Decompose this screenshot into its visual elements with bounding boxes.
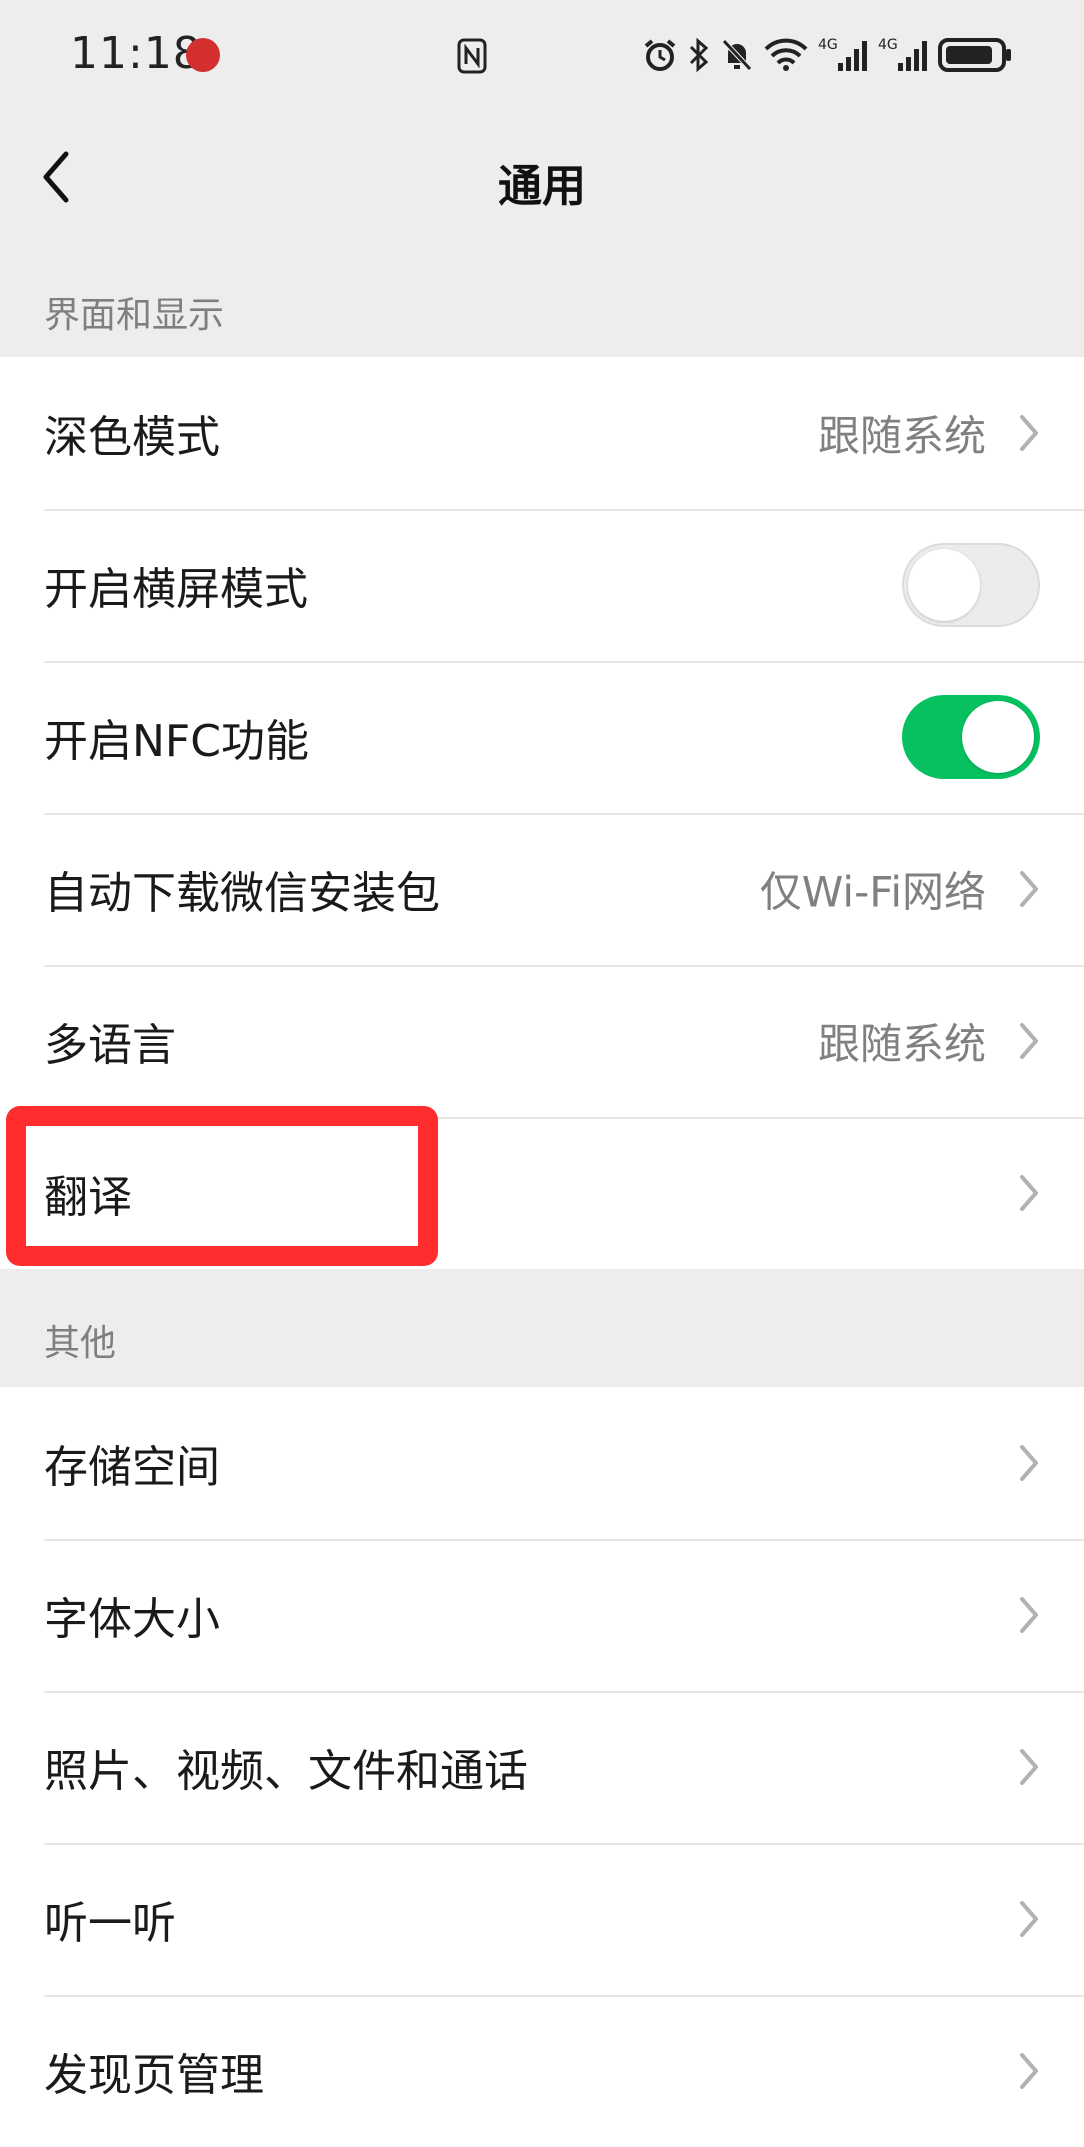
row-language[interactable]: 多语言 跟随系统 bbox=[0, 965, 1084, 1117]
signal-4g-icon: 4G bbox=[878, 37, 927, 71]
row-landscape-mode: 开启横屏模式 bbox=[0, 509, 1084, 661]
nfc-status-icon bbox=[457, 38, 487, 74]
row-storage[interactable]: 存储空间 bbox=[0, 1387, 1084, 1539]
row-translate[interactable]: 翻译 bbox=[0, 1117, 1084, 1269]
page-title: 通用 bbox=[498, 161, 586, 212]
row-value: 跟随系统 bbox=[817, 1019, 986, 1069]
section-header-display: 界面和显示 bbox=[44, 295, 225, 336]
row-label: 字体大小 bbox=[44, 1594, 220, 1645]
row-label: 开启横屏模式 bbox=[44, 564, 308, 615]
settings-group-other: 存储空间 字体大小 照片、视频、文件和通话 听一听 发现页管理 bbox=[0, 1387, 1084, 2147]
row-label: 发现页管理 bbox=[44, 2050, 264, 2101]
settings-group-display: 深色模式 跟随系统 开启横屏模式 开启NFC功能 自动下载微信安装包 仅Wi-F… bbox=[0, 357, 1084, 1269]
row-value: 仅Wi-Fi网络 bbox=[759, 867, 986, 917]
network-label-2: 4G bbox=[878, 37, 898, 53]
row-label: 自动下载微信安装包 bbox=[44, 868, 440, 919]
row-dark-mode[interactable]: 深色模式 跟随系统 bbox=[0, 357, 1084, 509]
row-label: 翻译 bbox=[44, 1172, 132, 1223]
chevron-right-icon bbox=[1020, 1023, 1038, 1059]
status-icons: 4G 4G bbox=[642, 32, 1012, 78]
nfc-toggle[interactable] bbox=[902, 695, 1040, 779]
chevron-right-icon bbox=[1020, 415, 1038, 451]
row-media[interactable]: 照片、视频、文件和通话 bbox=[0, 1691, 1084, 1843]
alarm-icon bbox=[644, 39, 676, 71]
chevron-right-icon bbox=[1020, 1597, 1038, 1633]
row-label: 开启NFC功能 bbox=[44, 716, 309, 767]
network-label-1: 4G bbox=[818, 37, 838, 53]
chevron-right-icon bbox=[1020, 871, 1038, 907]
chevron-right-icon bbox=[1020, 1175, 1038, 1211]
mute-bell-icon bbox=[722, 39, 752, 71]
section-header-other: 其他 bbox=[44, 1323, 117, 1364]
app-notification-icon bbox=[186, 38, 220, 72]
row-font-size[interactable]: 字体大小 bbox=[0, 1539, 1084, 1691]
chevron-right-icon bbox=[1020, 1901, 1038, 1937]
bluetooth-icon bbox=[689, 37, 709, 73]
row-label: 听一听 bbox=[44, 1898, 176, 1949]
row-nfc: 开启NFC功能 bbox=[0, 661, 1084, 813]
chevron-right-icon bbox=[1020, 2053, 1038, 2089]
row-listen[interactable]: 听一听 bbox=[0, 1843, 1084, 1995]
toggle-knob bbox=[962, 701, 1034, 773]
battery-icon bbox=[938, 38, 1011, 72]
landscape-toggle[interactable] bbox=[902, 543, 1040, 627]
chevron-right-icon bbox=[1020, 1445, 1038, 1481]
row-label: 照片、视频、文件和通话 bbox=[44, 1746, 528, 1797]
row-label: 深色模式 bbox=[44, 412, 220, 463]
row-discover[interactable]: 发现页管理 bbox=[0, 1995, 1084, 2147]
chevron-right-icon bbox=[1020, 1749, 1038, 1785]
toggle-knob bbox=[908, 549, 980, 621]
status-time: 11:18 bbox=[70, 28, 202, 79]
nav-bar: 通用 bbox=[0, 112, 1084, 242]
wifi-icon bbox=[764, 38, 808, 71]
row-label: 多语言 bbox=[44, 1020, 176, 1071]
signal-4g-icon: 4G bbox=[818, 37, 867, 71]
row-auto-download[interactable]: 自动下载微信安装包 仅Wi-Fi网络 bbox=[0, 813, 1084, 965]
status-bar: 11:18 4G 4G bbox=[0, 0, 1084, 112]
row-label: 存储空间 bbox=[44, 1442, 220, 1493]
row-value: 跟随系统 bbox=[817, 411, 986, 461]
